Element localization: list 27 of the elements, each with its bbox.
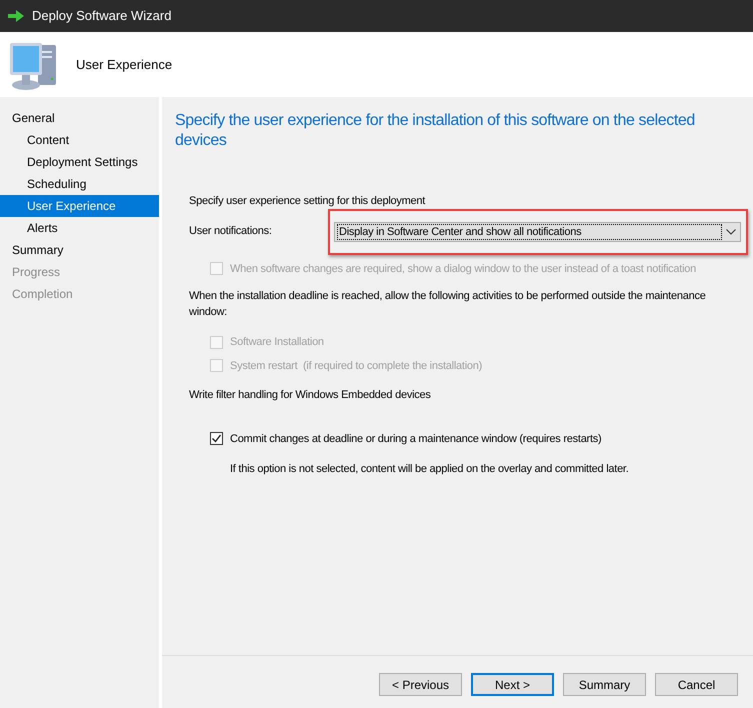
- wizard-button[interactable]: Next >: [471, 673, 554, 696]
- nav-item[interactable]: User Experience: [0, 195, 159, 217]
- nav-item[interactable]: General: [0, 107, 159, 129]
- page-heading: Specify the user experience for the installation of this software on the selected devices: [175, 111, 696, 151]
- nav-item[interactable]: Deployment Settings: [0, 151, 159, 173]
- dropdown[interactable]: Display in Software Center and show all notifications: [334, 222, 741, 242]
- checkbox-label: Software Installation: [230, 335, 324, 350]
- checkbox[interactable]: [210, 432, 223, 446]
- chevron-icon: [726, 228, 736, 234]
- nav-item[interactable]: Content: [0, 129, 159, 151]
- section-label: Write filter handling for Windows Embedded devices: [189, 388, 432, 403]
- checkbox-label: Commit changes at deadline or during a maintenance window (requires restarts): [230, 432, 602, 446]
- wizard-button[interactable]: Summary: [563, 673, 646, 696]
- wizard-button[interactable]: Cancel: [655, 673, 738, 696]
- arrow-icon: [8, 10, 24, 22]
- field-label: User notifications:: [189, 224, 273, 240]
- checkbox-label: System restart (if required to complete the installation): [230, 358, 482, 374]
- nav-item[interactable]: Scheduling: [0, 173, 159, 195]
- section-label: When the installation deadline is reached, allow the following activities to be performed outside the maintenance window:: [189, 289, 707, 320]
- wizard-button[interactable]: < Previous: [379, 673, 462, 696]
- nav-item[interactable]: Summary: [0, 239, 159, 261]
- note-text: If this option is not selected, content will be applied on the overlay and committed later.: [230, 462, 630, 477]
- section-label: Specify user experience setting for this deployment: [189, 194, 426, 209]
- window-title: Deploy Software Wizard: [32, 7, 172, 26]
- checkbox-label: When software changes are required, show a dialog window to the user instead of a toast notification: [230, 262, 696, 276]
- page-title: User Experience: [76, 56, 172, 74]
- nav-item[interactable]: Alerts: [0, 217, 159, 239]
